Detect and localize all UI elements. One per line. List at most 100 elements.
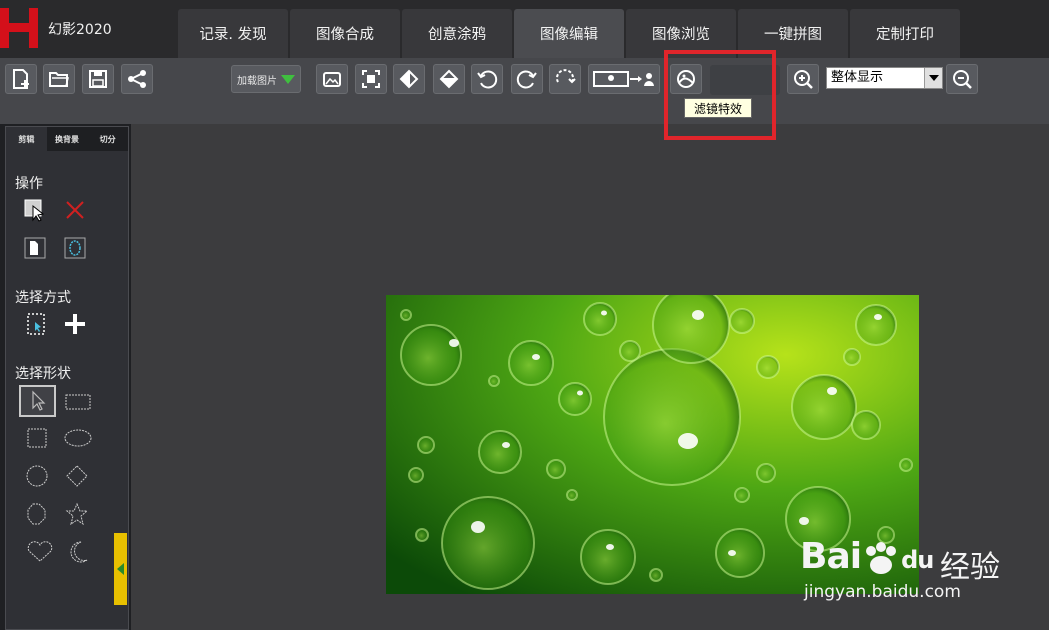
tab-compose[interactable]: 图像合成 [290, 9, 400, 58]
water-drop [546, 459, 566, 479]
free-rotate-icon [556, 69, 576, 84]
app-logo [0, 8, 40, 48]
select-arrow-icon [24, 199, 45, 222]
water-drop [400, 309, 412, 321]
zoom-in-button[interactable] [787, 64, 819, 94]
rectangle-icon [65, 394, 91, 410]
shape-moon-button[interactable] [64, 539, 90, 565]
heart-icon [27, 541, 53, 562]
dashed-select-icon [27, 313, 45, 335]
id-photo-icon [593, 71, 654, 87]
invert-selection-button[interactable] [22, 235, 48, 261]
panel-collapse-handle[interactable] [114, 533, 127, 605]
water-drop [417, 436, 435, 454]
watermark-url: jingyan.baidu.com [804, 582, 961, 602]
chevron-down-icon [924, 68, 942, 88]
water-drop [478, 430, 522, 474]
flip-vertical-icon [439, 69, 459, 89]
tab-change-background[interactable]: 换背景 [47, 127, 88, 151]
water-drop [855, 304, 897, 346]
app-window: 幻影2020 记录. 发现 图像合成 创意涂鸦 图像编辑 图像浏览 一键拼图 定… [0, 0, 1049, 630]
rotate-left-icon [477, 70, 498, 89]
dropdown-arrow-icon [281, 74, 295, 84]
water-drop [603, 348, 741, 486]
rotate-right-button[interactable] [511, 64, 543, 94]
main-tabs: 记录. 发现 图像合成 创意涂鸦 图像编辑 图像浏览 一键拼图 定制打印 [178, 9, 960, 58]
invert-selection-icon [24, 237, 46, 259]
save-button[interactable] [82, 64, 114, 94]
flip-horizontal-button[interactable] [393, 64, 425, 94]
zoom-in-icon [794, 70, 813, 89]
star-icon [65, 502, 89, 526]
water-drop [508, 340, 554, 386]
ellipse-icon [64, 429, 92, 447]
feather-ellipse-icon [64, 237, 86, 259]
pointer-arrow-icon [31, 390, 45, 411]
water-drop [851, 410, 881, 440]
tab-doodle[interactable]: 创意涂鸦 [402, 9, 512, 58]
shape-star-button[interactable] [64, 501, 90, 527]
water-drop [729, 308, 755, 334]
tab-print[interactable]: 定制打印 [850, 9, 960, 58]
square-icon [27, 428, 47, 448]
new-file-icon [13, 69, 29, 89]
tab-image-edit[interactable]: 图像编辑 [514, 9, 624, 58]
crop-button[interactable] [355, 64, 387, 94]
feather-selection-button[interactable] [62, 235, 88, 261]
select-mode-add-button[interactable] [62, 311, 88, 337]
rotate-left-button[interactable] [471, 64, 503, 94]
water-drop [408, 467, 424, 483]
shape-heart-button[interactable] [24, 539, 56, 565]
shape-diamond-button[interactable] [64, 463, 90, 489]
id-photo-button[interactable] [588, 64, 660, 94]
arrow-left-icon [117, 563, 124, 575]
shape-pointer-button[interactable] [19, 385, 56, 417]
flip-horizontal-icon [399, 69, 419, 89]
app-title: 幻影2020 [48, 22, 112, 38]
load-image-label: 加载图片 [237, 75, 277, 87]
octagon-icon [27, 503, 46, 525]
flip-vertical-button[interactable] [433, 64, 465, 94]
left-tool-panel: 剪辑 换背景 切分 操作 选择方式 选择形状 [0, 124, 131, 630]
shape-rectangle-button[interactable] [62, 389, 94, 415]
shape-square-button[interactable] [24, 425, 50, 451]
water-drop [415, 528, 429, 542]
close-icon [66, 201, 84, 219]
water-drop [899, 458, 913, 472]
tab-split[interactable]: 切分 [87, 127, 128, 151]
zoom-out-icon [953, 70, 972, 89]
save-icon [89, 70, 107, 88]
water-drop [400, 324, 462, 386]
zoom-select[interactable]: 整体显示 [826, 67, 943, 89]
water-drop [566, 489, 578, 501]
auto-enhance-button[interactable] [316, 64, 348, 94]
plus-icon [65, 314, 85, 334]
water-drop [580, 529, 636, 585]
watermark-brand: Bai du [800, 536, 934, 577]
zoom-out-button[interactable] [946, 64, 978, 94]
delete-selection-button[interactable] [62, 197, 88, 223]
water-drop [843, 348, 861, 366]
water-drop [441, 496, 535, 590]
shape-circle-button[interactable] [24, 463, 50, 489]
water-drop [791, 374, 857, 440]
shape-ellipse-button[interactable] [62, 425, 94, 451]
share-button[interactable] [121, 64, 153, 94]
shape-octagon-button[interactable] [24, 501, 50, 527]
rotate-right-icon [516, 70, 537, 89]
load-image-button[interactable]: 加载图片 [231, 65, 301, 93]
select-tool-button[interactable] [22, 197, 48, 223]
section-select-mode-heading: 选择方式 [15, 290, 71, 306]
diamond-icon [66, 465, 88, 487]
new-file-button[interactable] [5, 64, 37, 94]
tab-cut[interactable]: 剪辑 [6, 127, 47, 151]
title-bar: 幻影2020 记录. 发现 图像合成 创意涂鸦 图像编辑 图像浏览 一键拼图 定… [0, 0, 1049, 58]
select-mode-new-button[interactable] [24, 311, 50, 337]
free-rotate-button[interactable] [549, 64, 581, 94]
tab-record[interactable]: 记录. 发现 [178, 9, 288, 58]
folder-open-icon [49, 72, 69, 87]
toolbar: 加载图片 整体显示 [0, 58, 1049, 124]
water-drop [756, 463, 776, 483]
left-panel-tabs: 剪辑 换背景 切分 [6, 127, 128, 151]
open-folder-button[interactable] [43, 64, 75, 94]
